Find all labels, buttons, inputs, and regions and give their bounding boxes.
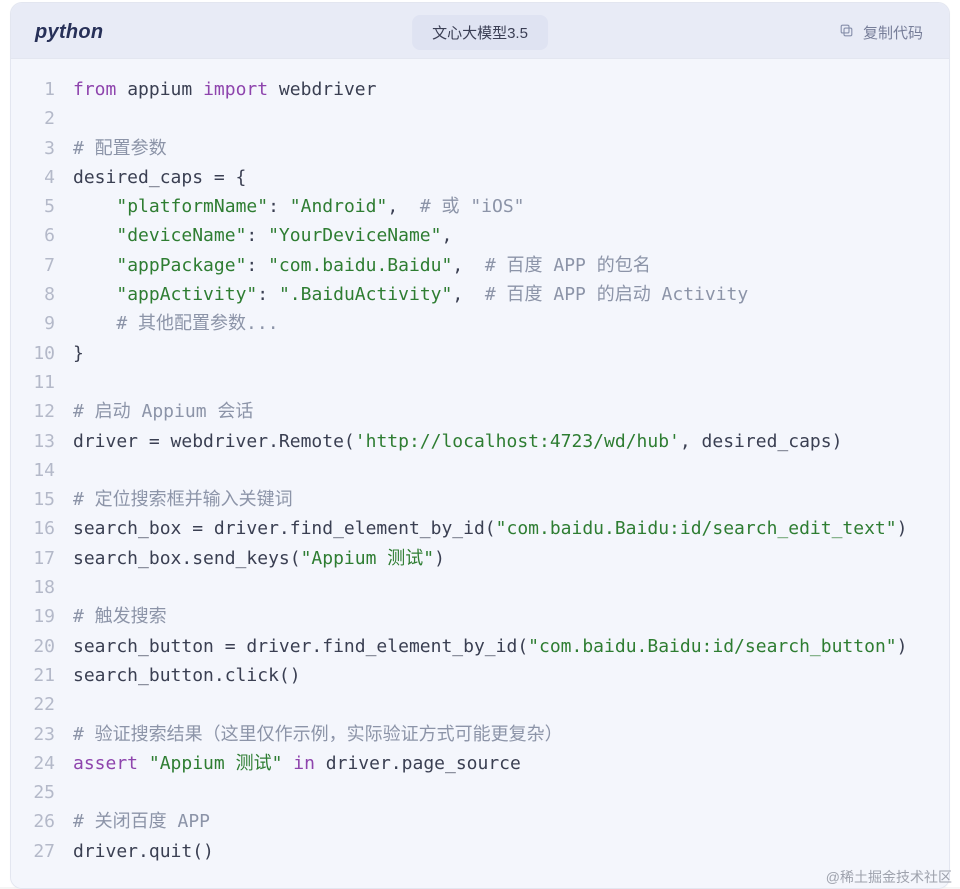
line-content: driver.quit() bbox=[73, 837, 949, 866]
line-content: search_button = driver.find_element_by_i… bbox=[73, 632, 949, 661]
line-number: 26 bbox=[11, 807, 73, 836]
line-content bbox=[73, 690, 949, 719]
code-line: 19# 触发搜索 bbox=[11, 602, 949, 631]
line-content: "appPackage": "com.baidu.Baidu", # 百度 AP… bbox=[73, 251, 949, 280]
line-content: search_button.click() bbox=[73, 661, 949, 690]
line-number: 24 bbox=[11, 749, 73, 778]
model-chip[interactable]: 文心大模型3.5 bbox=[412, 15, 548, 50]
line-number: 12 bbox=[11, 397, 73, 426]
line-number: 17 bbox=[11, 544, 73, 573]
code-header: python 文心大模型3.5 复制代码 bbox=[11, 3, 949, 59]
code-line: 3# 配置参数 bbox=[11, 134, 949, 163]
code-line: 8 "appActivity": ".BaiduActivity", # 百度 … bbox=[11, 280, 949, 309]
line-number: 5 bbox=[11, 192, 73, 221]
line-content: "platformName": "Android", # 或 "iOS" bbox=[73, 192, 949, 221]
line-content: # 触发搜索 bbox=[73, 602, 949, 631]
page-wrap: python 文心大模型3.5 复制代码 1from appium import… bbox=[0, 0, 960, 887]
line-content: # 关闭百度 APP bbox=[73, 807, 949, 836]
line-number: 1 bbox=[11, 75, 73, 104]
line-content bbox=[73, 104, 949, 133]
code-line: 11 bbox=[11, 368, 949, 397]
line-content: } bbox=[73, 339, 949, 368]
line-number: 9 bbox=[11, 309, 73, 338]
line-content: search_box = driver.find_element_by_id("… bbox=[73, 514, 949, 543]
watermark: @稀土掘金技术社区 bbox=[826, 867, 952, 887]
line-number: 25 bbox=[11, 778, 73, 807]
line-content: "deviceName": "YourDeviceName", bbox=[73, 221, 949, 250]
code-line: 14 bbox=[11, 456, 949, 485]
line-content bbox=[73, 573, 949, 602]
line-content: # 启动 Appium 会话 bbox=[73, 397, 949, 426]
code-line: 13driver = webdriver.Remote('http://loca… bbox=[11, 427, 949, 456]
line-content: from appium import webdriver bbox=[73, 75, 949, 104]
code-line: 10} bbox=[11, 339, 949, 368]
line-number: 14 bbox=[11, 456, 73, 485]
code-line: 25 bbox=[11, 778, 949, 807]
code-line: 24assert "Appium 测试" in driver.page_sour… bbox=[11, 749, 949, 778]
line-number: 4 bbox=[11, 163, 73, 192]
line-content: "appActivity": ".BaiduActivity", # 百度 AP… bbox=[73, 280, 949, 309]
line-number: 11 bbox=[11, 368, 73, 397]
line-number: 27 bbox=[11, 837, 73, 866]
line-content: # 其他配置参数... bbox=[73, 309, 949, 338]
code-line: 23# 验证搜索结果（这里仅作示例，实际验证方式可能更复杂） bbox=[11, 720, 949, 749]
code-line: 21search_button.click() bbox=[11, 661, 949, 690]
line-content: desired_caps = { bbox=[73, 163, 949, 192]
language-label: python bbox=[35, 21, 103, 44]
code-line: 6 "deviceName": "YourDeviceName", bbox=[11, 221, 949, 250]
line-content bbox=[73, 778, 949, 807]
line-content: # 配置参数 bbox=[73, 134, 949, 163]
code-line: 26# 关闭百度 APP bbox=[11, 807, 949, 836]
code-line: 1from appium import webdriver bbox=[11, 75, 949, 104]
code-line: 12# 启动 Appium 会话 bbox=[11, 397, 949, 426]
line-content: # 定位搜索框并输入关键词 bbox=[73, 485, 949, 514]
code-line: 18 bbox=[11, 573, 949, 602]
line-content: driver = webdriver.Remote('http://localh… bbox=[73, 427, 949, 456]
line-number: 20 bbox=[11, 632, 73, 661]
line-content: # 验证搜索结果（这里仅作示例，实际验证方式可能更复杂） bbox=[73, 720, 949, 749]
line-number: 8 bbox=[11, 280, 73, 309]
line-content: search_box.send_keys("Appium 测试") bbox=[73, 544, 949, 573]
code-line: 7 "appPackage": "com.baidu.Baidu", # 百度 … bbox=[11, 251, 949, 280]
code-line: 15# 定位搜索框并输入关键词 bbox=[11, 485, 949, 514]
line-content bbox=[73, 456, 949, 485]
line-number: 6 bbox=[11, 221, 73, 250]
line-number: 15 bbox=[11, 485, 73, 514]
code-line: 5 "platformName": "Android", # 或 "iOS" bbox=[11, 192, 949, 221]
copy-icon bbox=[838, 22, 855, 43]
line-number: 13 bbox=[11, 427, 73, 456]
line-content: assert "Appium 测试" in driver.page_source bbox=[73, 749, 949, 778]
line-number: 18 bbox=[11, 573, 73, 602]
line-number: 19 bbox=[11, 602, 73, 631]
line-number: 2 bbox=[11, 104, 73, 133]
code-line: 2 bbox=[11, 104, 949, 133]
line-number: 21 bbox=[11, 661, 73, 690]
code-line: 4desired_caps = { bbox=[11, 163, 949, 192]
code-line: 9 # 其他配置参数... bbox=[11, 309, 949, 338]
line-content bbox=[73, 368, 949, 397]
code-line: 22 bbox=[11, 690, 949, 719]
copy-label: 复制代码 bbox=[863, 22, 923, 43]
line-number: 23 bbox=[11, 720, 73, 749]
code-line: 27driver.quit() bbox=[11, 837, 949, 866]
line-number: 10 bbox=[11, 339, 73, 368]
code-line: 17search_box.send_keys("Appium 测试") bbox=[11, 544, 949, 573]
line-number: 3 bbox=[11, 134, 73, 163]
line-number: 7 bbox=[11, 251, 73, 280]
code-line: 20search_button = driver.find_element_by… bbox=[11, 632, 949, 661]
code-line: 16search_box = driver.find_element_by_id… bbox=[11, 514, 949, 543]
code-area[interactable]: 1from appium import webdriver2 3# 配置参数4d… bbox=[11, 59, 949, 888]
copy-button[interactable]: 复制代码 bbox=[838, 22, 923, 43]
line-number: 16 bbox=[11, 514, 73, 543]
code-card: python 文心大模型3.5 复制代码 1from appium import… bbox=[10, 2, 950, 889]
line-number: 22 bbox=[11, 690, 73, 719]
